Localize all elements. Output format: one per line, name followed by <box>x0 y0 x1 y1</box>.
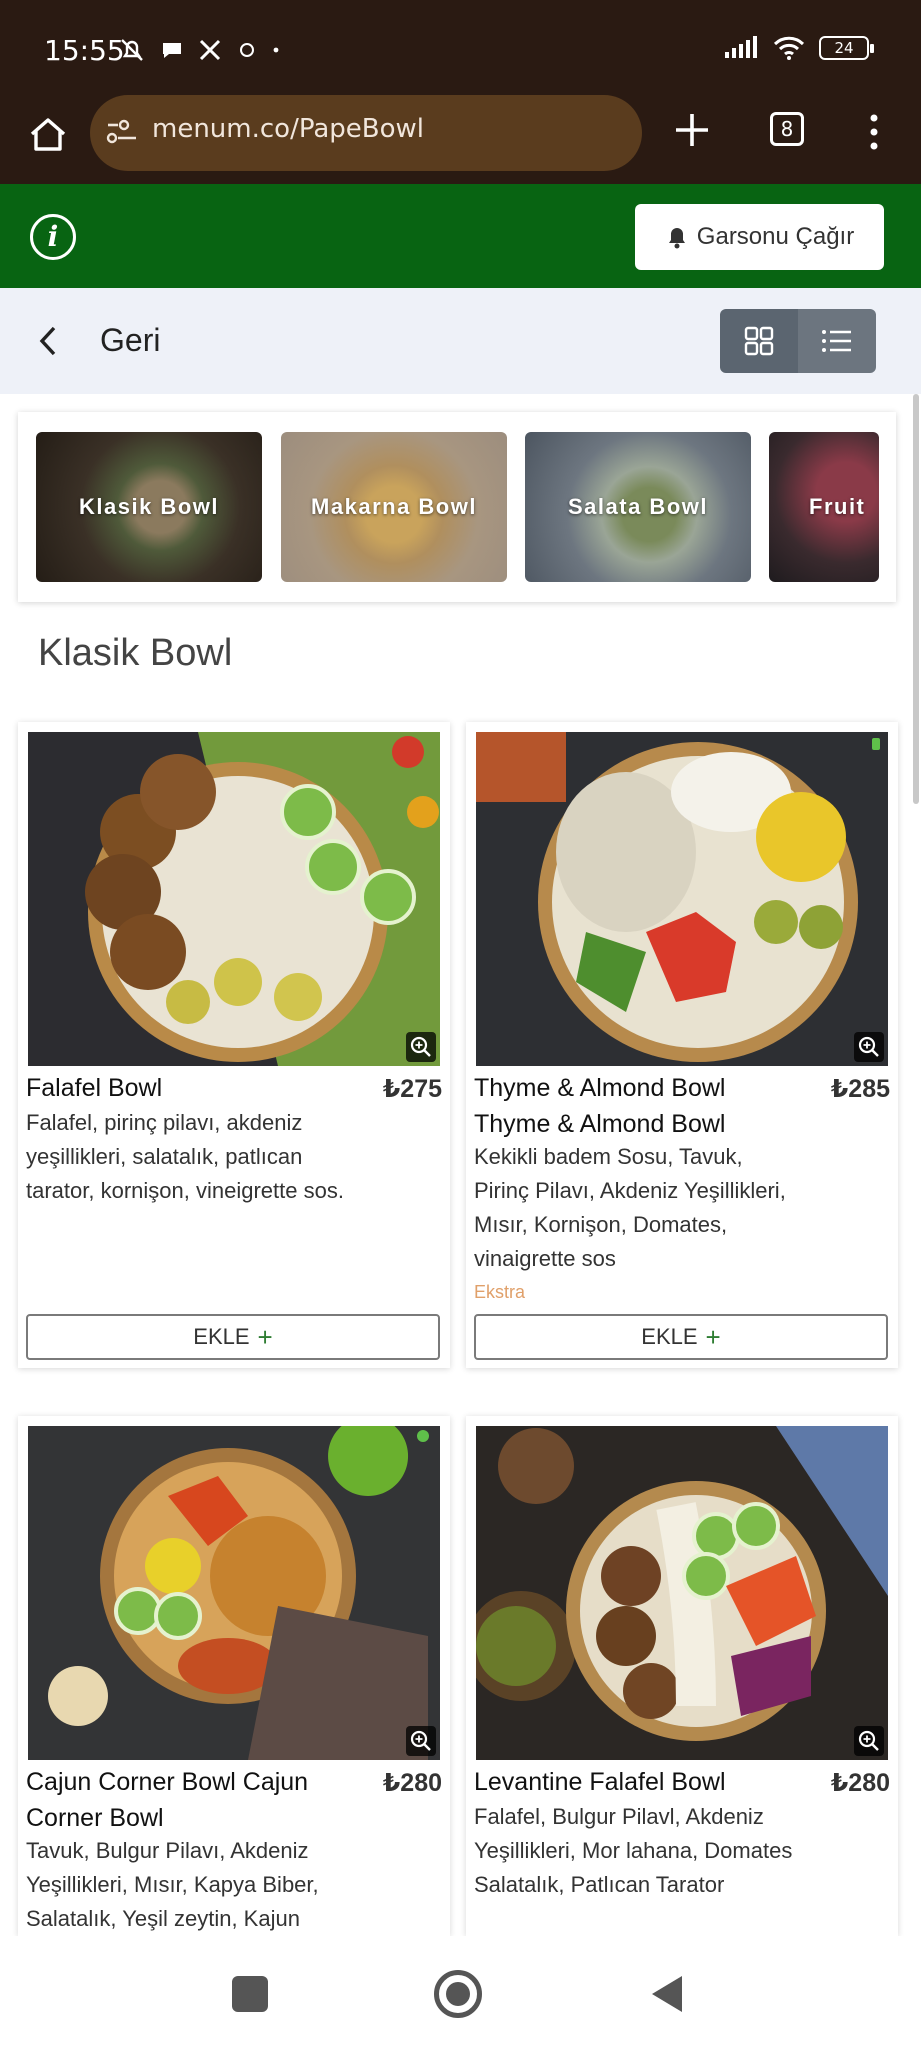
product-card[interactable]: Cajun Corner Bowl Cajun Corner Bowl ₺280… <box>18 1416 450 1936</box>
category-salata-bowl[interactable]: Salata Bowl <box>525 432 751 582</box>
category-label: Salata Bowl <box>568 494 708 519</box>
info-icon[interactable]: i <box>30 214 76 260</box>
product-description: Falafel, Bulgur Pilavl, Akdeniz Yeşillik… <box>474 1804 793 1897</box>
signal-icon <box>725 36 757 58</box>
call-waiter-button[interactable]: Garsonu Çağır <box>635 204 884 270</box>
product-image[interactable] <box>476 1426 888 1760</box>
chevron-left-icon[interactable] <box>34 324 62 358</box>
wifi-icon <box>773 36 805 60</box>
list-icon <box>822 330 851 352</box>
product-name: Falafel Bowl <box>26 1074 163 1102</box>
battery-icon: 24 <box>819 36 874 60</box>
cajun-corner-bowl-photo <box>28 1426 440 1760</box>
call-waiter-label: Garsonu Çağır <box>696 223 855 250</box>
category-klasik-bowl[interactable]: Klasik Bowl <box>36 432 262 582</box>
chat-icon <box>163 43 181 58</box>
restaurant-header: i Garsonu Çağır <box>0 184 921 288</box>
plus-icon: + <box>257 1322 273 1352</box>
falafel-bowl-photo <box>28 732 440 1066</box>
home-button[interactable] <box>434 1970 482 2018</box>
add-label: EKLE <box>193 1324 250 1349</box>
product-description: Falafel, pirinç pilavı, akdeniz yeşillik… <box>26 1110 344 1203</box>
more-menu-icon[interactable] <box>866 112 882 152</box>
sync-icon <box>240 43 254 57</box>
product-card[interactable]: Thyme & Almond Bowl Thyme & Almond Bowl … <box>466 722 898 1368</box>
back-bar: Geri <box>0 288 921 394</box>
product-description: Kekikli badem Sosu, Tavuk, Pirinç Pilavı… <box>474 1144 786 1271</box>
product-image[interactable] <box>28 732 440 1066</box>
system-nav-bar <box>0 1936 921 2048</box>
product-card[interactable]: Levantine Falafel Bowl ₺280 Falafel, Bul… <box>466 1416 898 1936</box>
zoom-icon[interactable] <box>854 1032 884 1062</box>
plus-icon: + <box>705 1322 721 1352</box>
view-toggle <box>720 309 876 373</box>
tab-switcher-button[interactable]: 8 <box>770 112 804 146</box>
bell-icon <box>668 228 685 249</box>
product-name: Thyme & Almond Bowl Thyme & Almond Bowl <box>474 1074 726 1138</box>
notification-icons <box>118 36 280 64</box>
category-makarna-bowl[interactable]: Makarna Bowl <box>281 432 507 582</box>
product-price: ₺280 <box>382 1769 442 1797</box>
system-icons: 24 <box>725 36 874 60</box>
back-button[interactable]: Geri <box>100 322 160 359</box>
category-label: Fruit <box>809 494 866 519</box>
site-settings-icon[interactable] <box>106 117 138 147</box>
mute-bell-icon <box>121 39 143 61</box>
product-price: ₺275 <box>382 1075 442 1103</box>
list-view-button[interactable] <box>798 309 876 373</box>
status-bar: 15:55 24 <box>0 0 921 100</box>
home-icon[interactable] <box>26 112 70 156</box>
levantine-falafel-bowl-photo <box>476 1426 888 1760</box>
new-tab-icon[interactable] <box>672 110 712 150</box>
product-image[interactable] <box>28 1426 440 1760</box>
category-fruit[interactable]: Fruit <box>769 432 879 582</box>
add-to-cart-button[interactable]: EKLE + <box>26 1314 440 1360</box>
product-image[interactable] <box>476 732 888 1066</box>
grid-view-button[interactable] <box>720 309 798 373</box>
address-bar[interactable]: menum.co/PapeBowl <box>90 95 642 171</box>
category-label: Makarna Bowl <box>311 494 477 519</box>
x-icon <box>199 39 221 61</box>
category-label: Klasik Bowl <box>79 494 219 519</box>
category-carousel[interactable]: Klasik Bowl Makarna Bowl Salata Bowl Fru… <box>18 412 896 602</box>
add-to-cart-button[interactable]: EKLE + <box>474 1314 888 1360</box>
zoom-icon[interactable] <box>854 1726 884 1756</box>
recents-button[interactable] <box>232 1976 268 2012</box>
extra-label[interactable]: Ekstra <box>474 1282 525 1303</box>
add-label: EKLE <box>641 1324 698 1349</box>
product-description: Tavuk, Bulgur Pilavı, Akdeniz Yeşillikle… <box>26 1838 319 1931</box>
url-text: menum.co/PapeBowl <box>152 114 425 144</box>
zoom-icon[interactable] <box>406 1032 436 1062</box>
scrollbar[interactable] <box>913 394 919 804</box>
product-card[interactable]: Falafel Bowl ₺275 Falafel, pirinç pilavı… <box>18 722 450 1368</box>
product-price: ₺280 <box>830 1769 890 1797</box>
back-triangle-icon[interactable] <box>648 1974 684 2014</box>
product-price: ₺285 <box>830 1075 890 1103</box>
zoom-icon[interactable] <box>406 1726 436 1756</box>
grid-icon <box>744 326 774 356</box>
status-time: 15:55 <box>44 34 125 67</box>
dot-icon <box>273 47 279 53</box>
product-name: Levantine Falafel Bowl <box>474 1768 726 1796</box>
thyme-almond-bowl-photo <box>476 732 888 1066</box>
product-name: Cajun Corner Bowl Cajun Corner Bowl <box>26 1768 309 1832</box>
browser-toolbar: menum.co/PapeBowl 8 <box>0 95 921 184</box>
section-title: Klasik Bowl <box>38 632 233 674</box>
